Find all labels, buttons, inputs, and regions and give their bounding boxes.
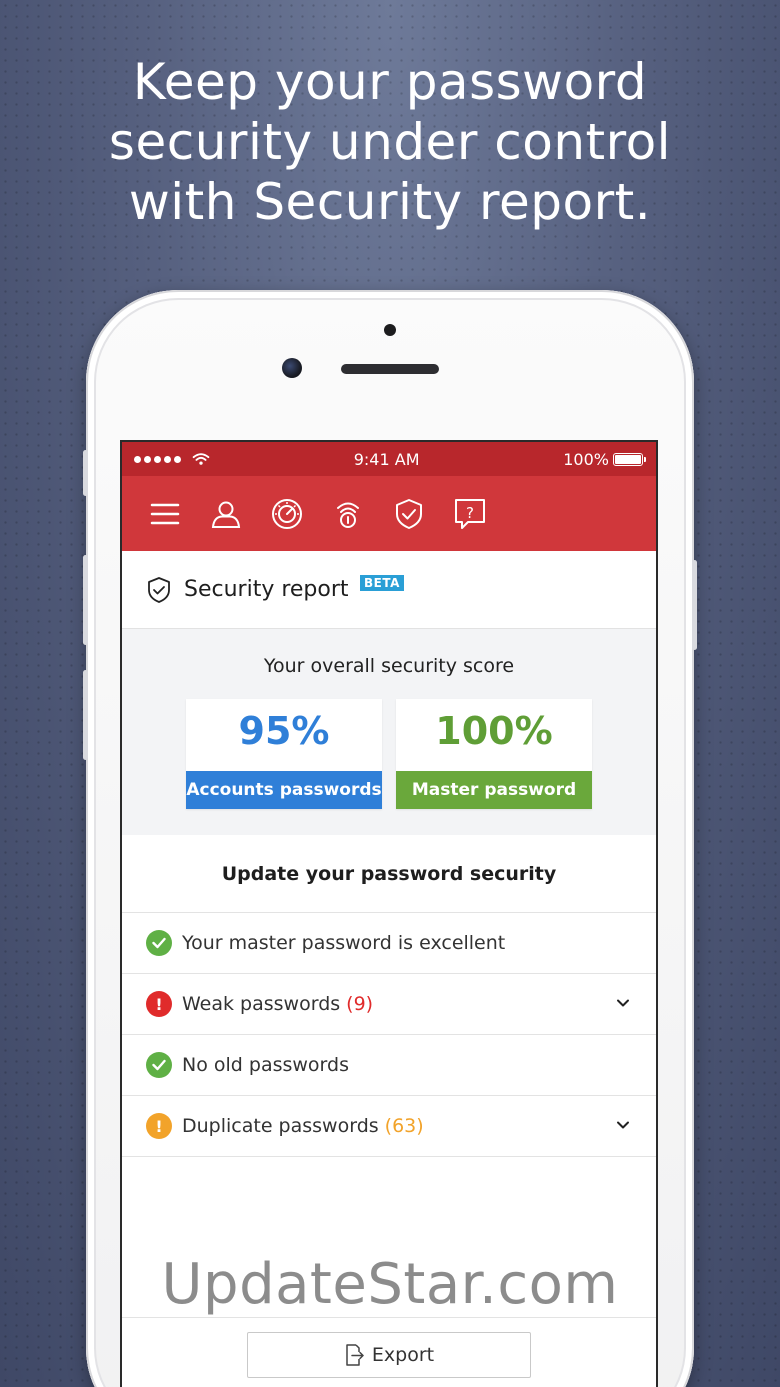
list-item-label: No old passwords — [182, 1054, 349, 1076]
password-generator-icon[interactable] — [331, 497, 365, 531]
master-score-card[interactable]: 100% Master password — [396, 699, 592, 809]
status-time: 9:41 AM — [353, 449, 420, 469]
mute-switch — [83, 450, 88, 496]
accounts-score-label: Accounts passwords — [186, 771, 382, 809]
export-label: Export — [371, 1344, 435, 1366]
duplicate-count: (63) — [384, 1115, 424, 1137]
list-item-label: Your master password is excellent — [182, 932, 506, 954]
list-item-duplicate-passwords[interactable]: ! Duplicate passwords (63) — [122, 1096, 656, 1157]
app-screen: 9:41 AM 100% ? Security report BETA Your… — [120, 440, 658, 1387]
proximity-sensor — [384, 324, 396, 336]
battery-icon — [612, 452, 643, 466]
list-item-label: Weak passwords — [182, 993, 341, 1015]
master-score-label: Master password — [396, 771, 592, 809]
page-title: Security report — [184, 577, 349, 602]
volume-up-button — [83, 555, 88, 645]
page-header: Security report BETA — [122, 551, 656, 629]
watermark: UpdateStar.com — [161, 1252, 619, 1317]
master-score-value: 100% — [435, 709, 553, 753]
export-icon — [346, 1344, 364, 1366]
volume-down-button — [83, 670, 88, 760]
accounts-score-value: 95% — [238, 709, 330, 753]
weak-count: (9) — [346, 993, 374, 1015]
headline-line-1: Keep your password — [132, 53, 648, 111]
shield-check-icon[interactable] — [392, 497, 426, 531]
accounts-score-card[interactable]: 95% Accounts passwords — [186, 699, 382, 809]
export-button[interactable]: Export — [247, 1332, 531, 1378]
list-item-master-password[interactable]: Your master password is excellent — [122, 913, 656, 974]
update-section-title: Update your password security — [122, 835, 656, 913]
front-camera — [282, 358, 302, 378]
list-item-weak-passwords[interactable]: ! Weak passwords (9) — [122, 974, 656, 1035]
check-icon — [146, 1052, 172, 1078]
earpiece-speaker — [341, 364, 439, 374]
promo-headline: Keep your password security under contro… — [0, 52, 780, 232]
status-bar: 9:41 AM 100% — [122, 442, 656, 476]
alert-icon: ! — [146, 991, 172, 1017]
battery-indicator: 100% — [563, 450, 646, 469]
headline-line-3: with Security report. — [128, 173, 652, 231]
menu-icon[interactable] — [148, 497, 182, 531]
svg-text:?: ? — [466, 504, 474, 522]
help-icon[interactable]: ? — [453, 497, 487, 531]
score-title: Your overall security score — [263, 655, 515, 677]
wifi-icon — [192, 453, 210, 465]
power-button — [692, 560, 697, 650]
battery-percent: 100% — [563, 449, 609, 469]
user-icon[interactable] — [209, 497, 243, 531]
signal-strength — [134, 453, 210, 465]
shield-check-icon — [148, 576, 170, 603]
export-bar: Export — [122, 1317, 656, 1387]
list-item-old-passwords[interactable]: No old passwords — [122, 1035, 656, 1096]
beta-badge: BETA — [360, 575, 404, 591]
warning-icon: ! — [146, 1113, 172, 1139]
app-toolbar: ? — [122, 476, 656, 551]
list-item-label: Duplicate passwords — [182, 1115, 379, 1137]
check-icon — [146, 930, 172, 956]
dashboard-icon[interactable] — [270, 497, 304, 531]
security-score-panel: Your overall security score 95% Accounts… — [122, 629, 656, 835]
chevron-down-icon[interactable] — [616, 996, 630, 1010]
headline-line-2: security under control — [108, 113, 672, 171]
chevron-down-icon[interactable] — [616, 1118, 630, 1132]
